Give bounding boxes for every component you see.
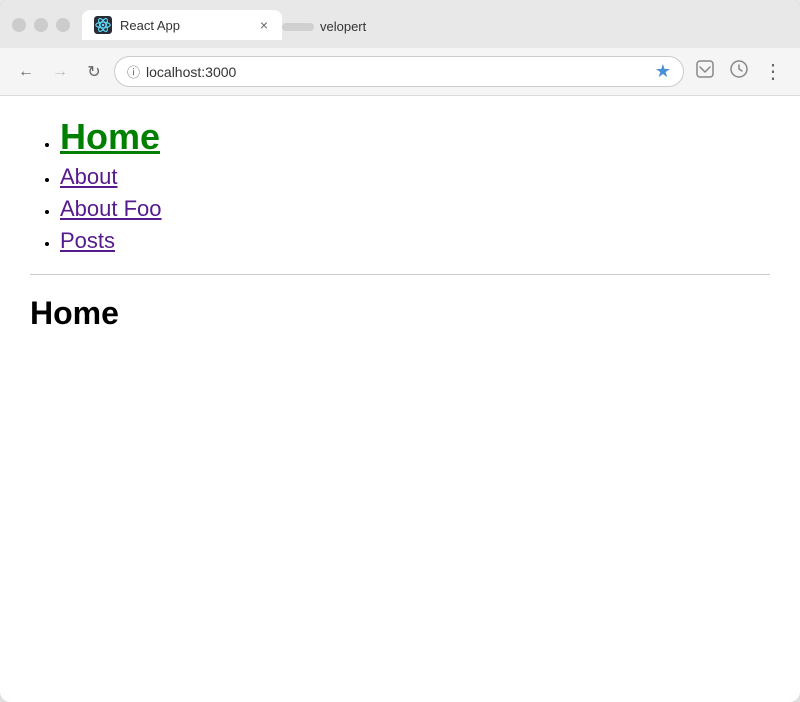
about-foo-link[interactable]: About Foo — [60, 196, 162, 221]
browser-window: React App × velopert ← → ↻ ⓘ localhost:3… — [0, 0, 800, 702]
minimize-window-button[interactable] — [34, 18, 48, 32]
profile-button[interactable] — [282, 23, 314, 31]
navigation-bar: ← → ↻ ⓘ localhost:3000 ★ — [0, 48, 800, 96]
pocket-button[interactable] — [690, 57, 720, 87]
list-item: Home — [60, 116, 770, 158]
list-item: About — [60, 164, 770, 190]
history-button[interactable] — [724, 57, 754, 87]
address-text: localhost:3000 — [146, 64, 649, 80]
back-icon: ← — [18, 63, 34, 81]
page-content: Home About About Foo Posts Home — [0, 96, 800, 656]
home-link[interactable]: Home — [60, 116, 160, 157]
profile-area: velopert — [282, 19, 370, 40]
about-link[interactable]: About — [60, 164, 118, 189]
bookmark-star-icon[interactable]: ★ — [655, 61, 671, 82]
close-window-button[interactable] — [12, 18, 26, 32]
toolbar-icons: ⋮ — [690, 57, 788, 87]
window-controls — [12, 18, 70, 32]
back-button[interactable]: ← — [12, 58, 40, 86]
address-bar[interactable]: ⓘ localhost:3000 ★ — [114, 56, 684, 87]
browser-tab[interactable]: React App × — [82, 10, 282, 40]
tab-close-button[interactable]: × — [258, 17, 270, 33]
list-item: Posts — [60, 228, 770, 254]
maximize-window-button[interactable] — [56, 18, 70, 32]
page-heading: Home — [30, 295, 770, 332]
menu-button[interactable]: ⋮ — [758, 57, 788, 87]
react-logo-icon — [94, 16, 112, 34]
forward-icon: → — [52, 63, 68, 81]
title-bar: React App × velopert — [0, 0, 800, 48]
tab-favicon — [94, 16, 112, 34]
profile-name: velopert — [320, 19, 366, 34]
info-icon: ⓘ — [127, 62, 140, 81]
pocket-icon — [695, 59, 715, 84]
content-divider — [30, 274, 770, 275]
forward-button[interactable]: → — [46, 58, 74, 86]
tab-title: React App — [120, 18, 250, 33]
reload-icon: ↻ — [87, 62, 100, 82]
nav-list: Home About About Foo Posts — [30, 116, 770, 254]
list-item: About Foo — [60, 196, 770, 222]
title-bar-top: React App × velopert — [12, 10, 788, 40]
tabs-row: React App × velopert — [82, 10, 370, 40]
reload-button[interactable]: ↻ — [80, 58, 108, 86]
history-icon — [729, 59, 749, 84]
menu-icon: ⋮ — [763, 59, 783, 84]
posts-link[interactable]: Posts — [60, 228, 115, 253]
